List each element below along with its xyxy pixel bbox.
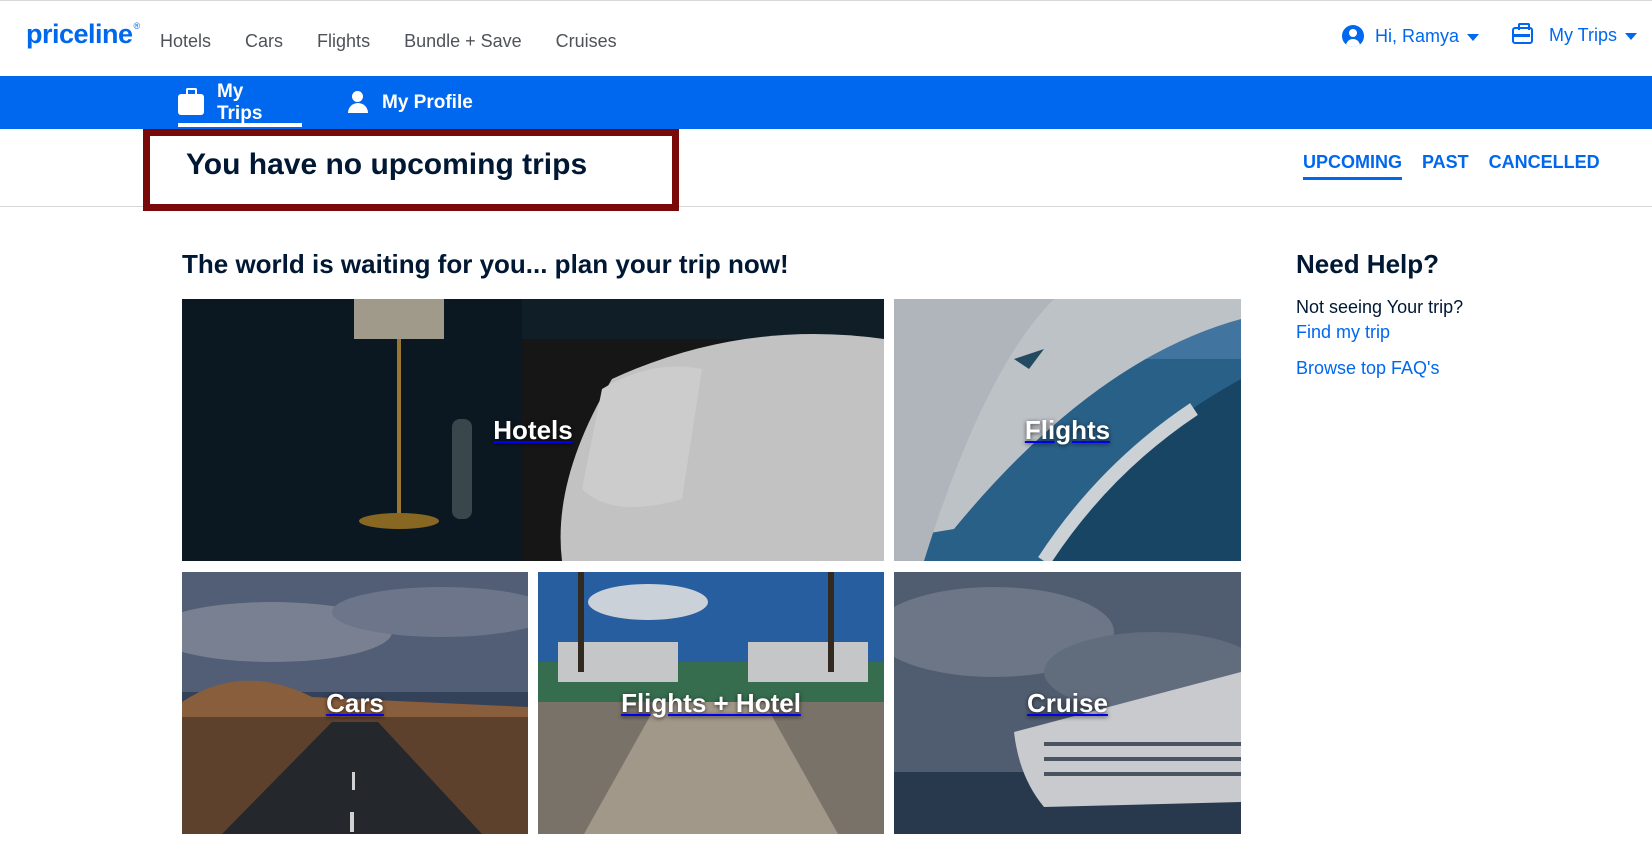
filter-cancelled[interactable]: CANCELLED — [1489, 152, 1600, 180]
nav-hotels[interactable]: Hotels — [160, 31, 211, 52]
tab-label: My Profile — [382, 91, 473, 113]
person-icon — [347, 91, 369, 114]
tab-my-trips[interactable]: My Trips — [178, 76, 302, 129]
find-my-trip-link[interactable]: Find my trip — [1296, 322, 1390, 343]
tab-my-profile[interactable]: My Profile — [347, 76, 473, 129]
filter-past[interactable]: PAST — [1422, 152, 1469, 180]
tile-cars[interactable]: Cars — [182, 572, 528, 834]
tile-cruise[interactable]: Cruise — [894, 572, 1241, 834]
filter-upcoming[interactable]: UPCOMING — [1303, 152, 1402, 180]
briefcase-icon — [1512, 23, 1533, 44]
tile-label: Cars — [326, 687, 384, 718]
nav-cruises[interactable]: Cruises — [556, 31, 617, 52]
page-title: You have no upcoming trips — [186, 148, 588, 181]
account-subnav: My Trips My Profile — [0, 76, 1652, 129]
tab-label: My Trips — [216, 80, 263, 124]
nav-cars[interactable]: Cars — [245, 31, 283, 52]
account-greeting: Hi, Ramya — [1375, 25, 1460, 46]
nav-flights[interactable]: Flights — [317, 31, 370, 52]
help-text: Not seeing Your trip? — [1296, 297, 1464, 317]
tile-label: Flights + Hotel — [621, 687, 801, 718]
promo-heading: The world is waiting for you... plan you… — [182, 249, 789, 279]
tile-flights-hotel[interactable]: Flights + Hotel — [538, 572, 884, 834]
help-heading: Need Help? — [1296, 249, 1440, 279]
tile-hotels[interactable]: Hotels — [182, 299, 884, 561]
tile-label: Cruise — [1027, 687, 1108, 718]
chevron-down-icon — [1467, 33, 1480, 41]
trip-filter-tabs: UPCOMING PAST CANCELLED — [1303, 152, 1620, 180]
briefcase-icon — [178, 87, 204, 115]
faq-link[interactable]: Browse top FAQ's — [1296, 358, 1440, 379]
my-trips-label: My Trips — [1549, 25, 1618, 45]
chevron-down-icon — [1625, 33, 1638, 40]
my-trips-menu[interactable]: My Trips — [1512, 23, 1638, 46]
tile-label: Flights — [1024, 414, 1111, 445]
nav-bundle-save[interactable]: Bundle + Save — [404, 31, 522, 52]
top-header: priceline® Hotels Cars Flights Bundle + … — [0, 0, 1652, 76]
priceline-logo[interactable]: priceline® — [26, 19, 140, 50]
user-avatar-icon — [1342, 25, 1364, 47]
tile-flights[interactable]: Flights — [894, 299, 1241, 561]
tile-label: Hotels — [493, 414, 573, 445]
account-menu[interactable]: Hi, Ramya — [1342, 25, 1480, 47]
main-nav: Hotels Cars Flights Bundle + Save Cruise… — [160, 31, 651, 52]
